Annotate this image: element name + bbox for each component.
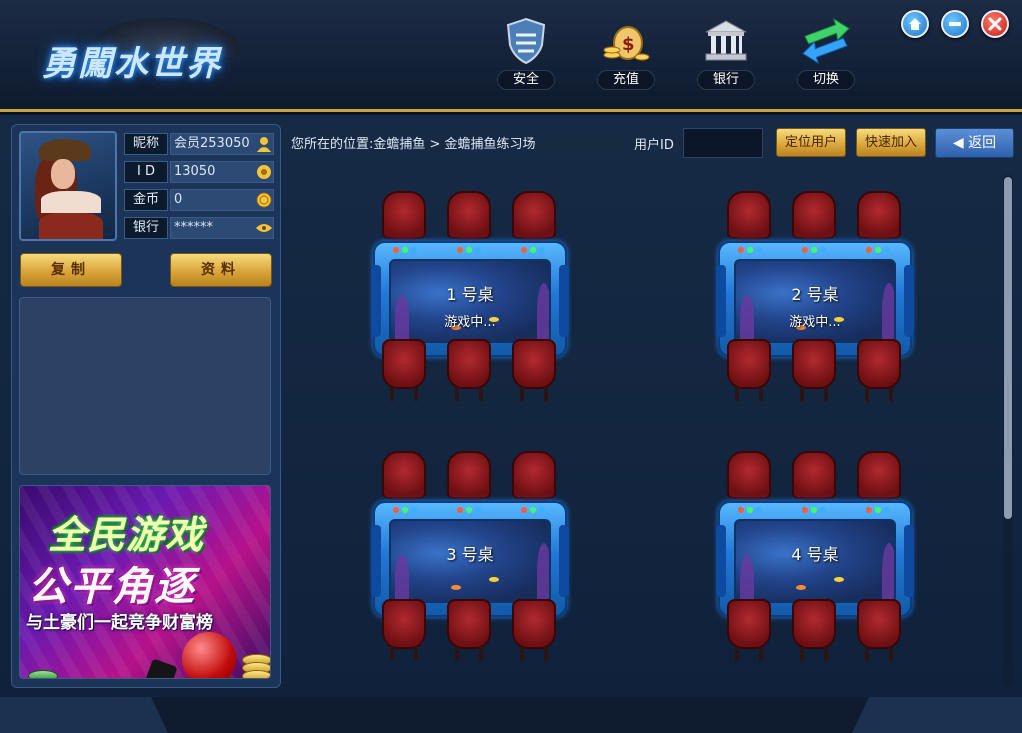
table-screen: 1 号桌 游戏中... xyxy=(389,259,551,343)
id-badge-icon xyxy=(254,162,274,182)
avatar xyxy=(19,131,117,241)
bottom-bar xyxy=(0,697,1022,733)
nickname-label: 昵称 xyxy=(124,133,168,155)
game-table-1[interactable]: 1 号桌 游戏中... xyxy=(371,191,571,401)
nav-recharge[interactable]: $ 充值 xyxy=(591,16,661,90)
bank-row: 银行 ****** xyxy=(124,217,274,239)
top-bar: 勇闖水世界 安全 $ 充值 银行 切换 xyxy=(0,0,1022,112)
game-logo: 勇闖水世界 xyxy=(30,14,270,102)
back-arrow-icon: ◀ xyxy=(952,135,969,151)
table-screen: 3 号桌 xyxy=(389,519,551,603)
table-status: 游戏中... xyxy=(444,315,496,330)
id-label: I D xyxy=(124,161,168,183)
game-table-3[interactable]: 3 号桌 xyxy=(371,451,571,661)
bottom-right-tab xyxy=(852,697,1022,733)
table-screen: 2 号桌 游戏中... xyxy=(734,259,896,343)
bank-icon xyxy=(701,16,751,66)
coins-row: 金币 0 xyxy=(124,189,274,211)
nav-label: 银行 xyxy=(697,70,755,90)
quick-join-button[interactable]: 快速加入 xyxy=(856,128,926,157)
shield-icon xyxy=(501,16,551,66)
money-bag-icon: $ xyxy=(601,16,651,66)
breadcrumb: 您所在的位置:金蟾捕鱼 > 金蟾捕鱼练习场 xyxy=(291,137,536,152)
game-table-4[interactable]: 4 号桌 xyxy=(716,451,916,661)
table-name: 2 号桌 xyxy=(791,285,839,304)
user-icon xyxy=(254,134,274,154)
nav-bank[interactable]: 银行 xyxy=(691,16,761,90)
home-icon xyxy=(909,18,921,30)
nickname-row: 昵称 会员253050 xyxy=(124,133,274,155)
player-panel: 昵称 会员253050 I D 13050 金币 0 银行 ****** 复制 … xyxy=(11,124,281,688)
back-button[interactable]: ◀ 返回 xyxy=(935,128,1014,158)
ball-decoration xyxy=(182,632,236,678)
table-name: 3 号桌 xyxy=(446,545,494,564)
minimize-button[interactable] xyxy=(941,10,969,38)
table-status: 游戏中... xyxy=(789,315,841,330)
eye-icon[interactable] xyxy=(254,218,274,238)
banner-line-2: 公平角逐 xyxy=(28,564,196,610)
close-button[interactable] xyxy=(981,10,1009,38)
nav-label: 切换 xyxy=(797,70,855,90)
scrollbar-thumb[interactable] xyxy=(1004,177,1012,519)
table-name: 4 号桌 xyxy=(791,545,839,564)
table-name: 1 号桌 xyxy=(446,285,494,304)
nav-label: 充值 xyxy=(597,70,655,90)
banner-line-3: 与土豪们一起竞争财富榜 xyxy=(26,613,213,633)
close-icon xyxy=(988,17,1002,31)
main-area: 昵称 会员253050 I D 13050 金币 0 银行 ****** 复制 … xyxy=(0,115,1022,733)
switch-arrows-icon xyxy=(801,16,851,66)
message-box xyxy=(19,297,271,475)
user-id-input[interactable] xyxy=(683,128,763,158)
nav-security[interactable]: 安全 xyxy=(491,16,561,90)
coins-label: 金币 xyxy=(124,189,168,211)
nav-label: 安全 xyxy=(497,70,555,90)
info-button[interactable]: 资料 xyxy=(170,253,272,287)
bank-label: 银行 xyxy=(124,217,168,239)
svg-text:$: $ xyxy=(622,34,635,55)
home-button[interactable] xyxy=(901,10,929,38)
back-label: 返回 xyxy=(968,135,997,151)
user-id-label: 用户ID xyxy=(634,138,674,153)
promo-banner[interactable]: 全民游戏 公平角逐 与土豪们一起竞争财富榜 xyxy=(19,485,271,679)
locate-user-button[interactable]: 定位用户 xyxy=(776,128,846,157)
bottom-left-tab xyxy=(0,697,168,733)
copy-button[interactable]: 复制 xyxy=(20,253,122,287)
nav-switch[interactable]: 切换 xyxy=(791,16,861,90)
logo-text: 勇闖水世界 xyxy=(42,44,222,84)
coin-icon xyxy=(254,190,274,210)
id-row: I D 13050 xyxy=(124,161,274,183)
game-table-2[interactable]: 2 号桌 游戏中... xyxy=(716,191,916,401)
minimize-icon xyxy=(949,22,961,26)
banner-line-1: 全民游戏 xyxy=(48,513,205,557)
table-screen: 4 号桌 xyxy=(734,519,896,603)
